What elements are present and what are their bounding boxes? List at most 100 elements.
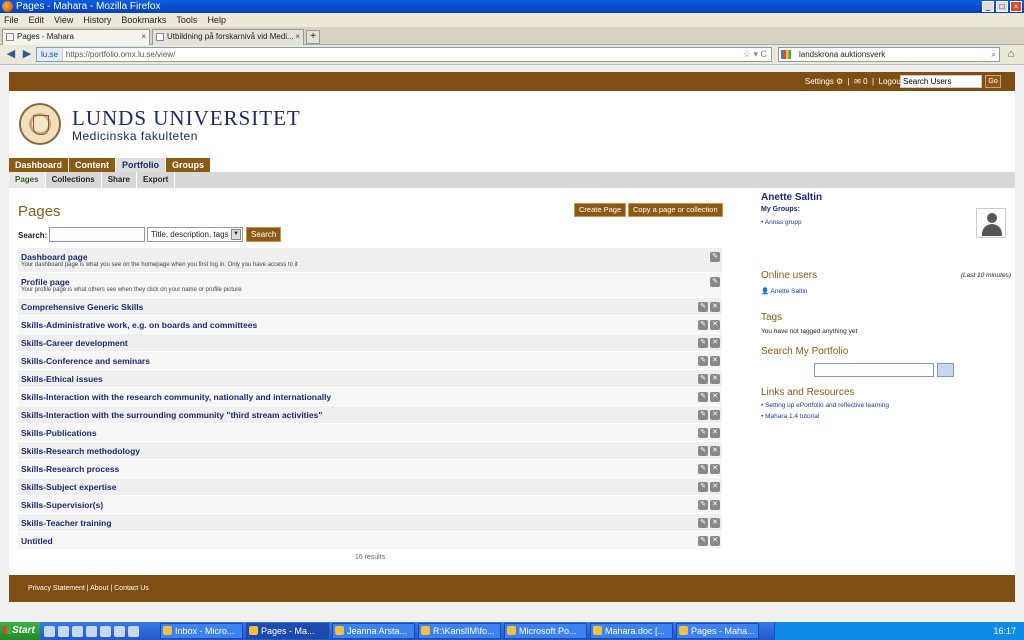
page-title-link[interactable]: Profile page <box>21 277 70 287</box>
edit-icon[interactable]: ✎ <box>698 518 708 528</box>
subtab-export[interactable]: Export <box>137 172 176 188</box>
page-title-link[interactable]: Skills-Research process <box>21 464 119 474</box>
create-page-button[interactable]: Create Page <box>574 203 627 217</box>
back-icon[interactable]: ◀ <box>4 48 18 62</box>
delete-icon[interactable]: ✕ <box>710 518 720 528</box>
taskbar-task[interactable]: Pages - Maha... <box>676 623 759 639</box>
forward-icon[interactable]: ▶ <box>20 48 34 62</box>
address-bar[interactable]: lu.se https://portfolio.omx.lu.se/view/ ☆… <box>36 47 772 62</box>
browser-tab-utbildning[interactable]: Utbildning på forskarnivå vid Medi... × <box>152 29 304 45</box>
delete-icon[interactable]: ✕ <box>710 338 720 348</box>
edit-icon[interactable]: ✎ <box>698 428 708 438</box>
delete-icon[interactable]: ✕ <box>710 428 720 438</box>
link-text[interactable]: Setting up ePortfolio and reflective lea… <box>765 402 889 409</box>
clock[interactable]: 16:17 <box>993 626 1016 636</box>
copy-page-button[interactable]: Copy a page or collection <box>628 203 723 217</box>
delete-icon[interactable]: ✕ <box>710 410 720 420</box>
menu-edit[interactable]: Edit <box>29 13 45 27</box>
avatar[interactable] <box>976 208 1006 238</box>
edit-icon[interactable]: ✎ <box>710 252 720 262</box>
portfolio-search-input[interactable] <box>814 363 934 377</box>
taskbar-task[interactable]: R:\KanslIM\fo... <box>418 623 501 639</box>
subtab-pages[interactable]: Pages <box>9 172 46 188</box>
subtab-collections[interactable]: Collections <box>46 172 102 188</box>
delete-icon[interactable]: ✕ <box>710 482 720 492</box>
message-count[interactable]: 0 <box>863 77 867 86</box>
delete-icon[interactable]: ✕ <box>710 320 720 330</box>
edit-icon[interactable]: ✎ <box>698 374 708 384</box>
group-name[interactable]: Annas grupp <box>765 219 802 226</box>
delete-icon[interactable]: ✕ <box>710 356 720 366</box>
tab-groups[interactable]: Groups <box>166 158 211 172</box>
link-eportfolio[interactable]: • Setting up ePortfolio and reflective l… <box>761 402 1011 409</box>
edit-icon[interactable]: ✎ <box>698 446 708 456</box>
edit-icon[interactable]: ✎ <box>698 320 708 330</box>
search-icon[interactable]: ⌕ <box>992 48 996 61</box>
close-tab-icon[interactable]: × <box>295 30 300 44</box>
page-title-link[interactable]: Skills-Interaction with the research com… <box>21 392 331 402</box>
close-button[interactable]: × <box>1010 1 1022 12</box>
edit-icon[interactable]: ✎ <box>698 500 708 510</box>
page-title-link[interactable]: Skills-Research methodology <box>21 446 140 456</box>
taskbar-task[interactable]: Pages - Ma... <box>246 623 329 639</box>
page-title-link[interactable]: Untitled <box>21 536 53 546</box>
taskbar-task[interactable]: Jeanna Arsta... <box>332 623 415 639</box>
portfolio-search-button[interactable] <box>937 363 954 377</box>
page-title-link[interactable]: Skills-Career development <box>21 338 128 348</box>
edit-icon[interactable]: ✎ <box>698 338 708 348</box>
edit-icon[interactable]: ✎ <box>698 356 708 366</box>
quicklaunch-icon[interactable] <box>114 625 125 637</box>
search-button[interactable]: Search <box>246 227 282 242</box>
footer-links[interactable]: Privacy Statement | About | Contact Us <box>28 585 149 592</box>
page-title-link[interactable]: Skills-Publications <box>21 428 97 438</box>
taskbar-task[interactable]: Mahara.doc [... <box>590 623 673 639</box>
page-title-link[interactable]: Comprehensive Generic Skills <box>21 302 143 312</box>
page-title-link[interactable]: Skills-Subject expertise <box>21 482 116 492</box>
quicklaunch-icon[interactable] <box>72 625 83 637</box>
home-icon[interactable]: ⌂ <box>1004 48 1018 62</box>
site-identity[interactable]: lu.se <box>37 48 63 61</box>
bookmark-star-icon[interactable]: ☆ ▾ C <box>743 48 767 61</box>
mail-icon[interactable]: ✉ <box>854 77 861 86</box>
user-name[interactable]: Anette Saltin <box>761 192 1011 203</box>
taskbar-task[interactable]: Inbox - Micro... <box>160 623 243 639</box>
taskbar-task[interactable]: Microsoft Po... <box>504 623 587 639</box>
menu-view[interactable]: View <box>54 13 73 27</box>
online-user-item[interactable]: 👤 Anette Saltin <box>761 287 1011 295</box>
delete-icon[interactable]: ✕ <box>710 446 720 456</box>
page-title-link[interactable]: Skills-Teacher training <box>21 518 112 528</box>
page-title-link[interactable]: Dashboard page <box>21 252 88 262</box>
quicklaunch-icon[interactable] <box>86 625 97 637</box>
edit-icon[interactable]: ✎ <box>698 302 708 312</box>
delete-icon[interactable]: ✕ <box>710 536 720 546</box>
delete-icon[interactable]: ✕ <box>710 392 720 402</box>
menu-tools[interactable]: Tools <box>176 13 197 27</box>
tab-content[interactable]: Content <box>69 158 116 172</box>
search-users-input[interactable] <box>900 75 982 88</box>
search-scope-select[interactable]: Title, description, tags ▼ <box>147 227 243 242</box>
search-engine-icon[interactable] <box>781 50 791 59</box>
page-title-link[interactable]: Skills-Conference and seminars <box>21 356 150 366</box>
tab-portfolio[interactable]: Portfolio <box>116 158 166 172</box>
page-title-link[interactable]: Skills-Administrative work, e.g. on boar… <box>21 320 257 330</box>
subtab-share[interactable]: Share <box>102 172 137 188</box>
link-text[interactable]: Mahara 1.4 tutorial <box>765 413 819 420</box>
edit-icon[interactable]: ✎ <box>698 482 708 492</box>
quicklaunch-icon[interactable] <box>100 625 111 637</box>
delete-icon[interactable]: ✕ <box>710 464 720 474</box>
page-title-link[interactable]: Skills-Ethical issues <box>21 374 103 384</box>
minimize-button[interactable]: _ <box>982 1 994 12</box>
delete-icon[interactable]: ✕ <box>710 302 720 312</box>
settings-link[interactable]: Settings <box>805 77 834 86</box>
edit-icon[interactable]: ✎ <box>710 277 720 287</box>
menu-history[interactable]: History <box>83 13 111 27</box>
edit-icon[interactable]: ✎ <box>698 536 708 546</box>
go-button[interactable]: Go <box>985 75 1001 88</box>
pages-search-input[interactable] <box>49 227 145 242</box>
quicklaunch-icon[interactable] <box>44 625 55 637</box>
edit-icon[interactable]: ✎ <box>698 410 708 420</box>
edit-icon[interactable]: ✎ <box>698 392 708 402</box>
page-title-link[interactable]: Skills-Supervisior(s) <box>21 500 103 510</box>
online-user-name[interactable]: Anette Saltin <box>771 288 808 295</box>
edit-icon[interactable]: ✎ <box>698 464 708 474</box>
